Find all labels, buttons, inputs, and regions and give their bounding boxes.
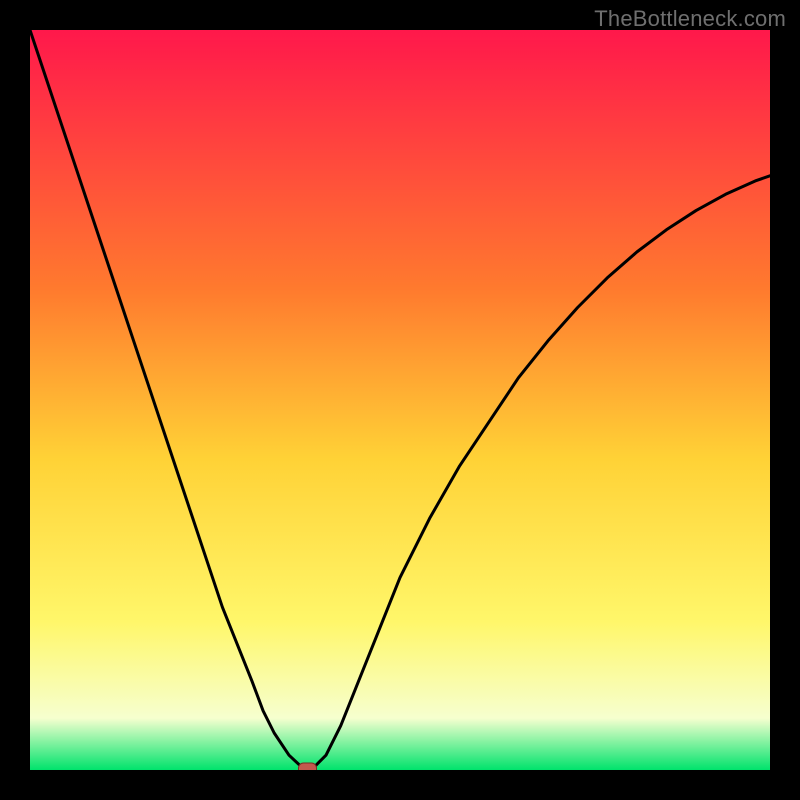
plot-svg [30, 30, 770, 770]
optimal-marker [299, 763, 317, 770]
watermark-text: TheBottleneck.com [594, 6, 786, 32]
chart-frame: TheBottleneck.com [0, 0, 800, 800]
plot-area [30, 30, 770, 770]
gradient-background [30, 30, 770, 770]
